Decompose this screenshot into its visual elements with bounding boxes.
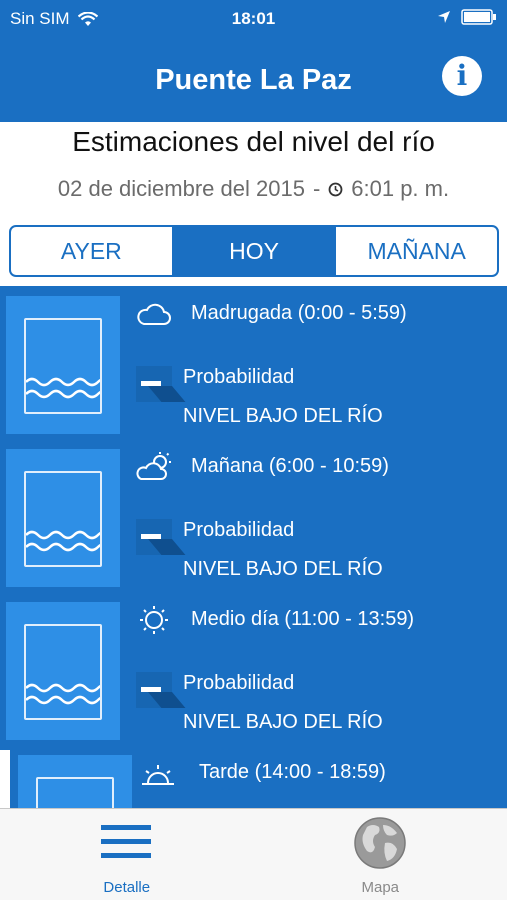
water-glass-icon — [24, 624, 102, 720]
periods-list[interactable]: Madrugada (0:00 - 5:59) Probabilidad NIV… — [0, 290, 507, 808]
cloud-icon — [137, 303, 171, 325]
tab-detalle-label: Detalle — [103, 879, 151, 896]
probability-label: Probabilidad — [183, 366, 295, 388]
list-icon — [100, 825, 151, 867]
period-label: Madrugada (0:00 - 5:59) — [191, 302, 407, 324]
water-glass-icon — [24, 318, 102, 414]
period-row[interactable]: Mañana (6:00 - 10:59) Probabilidad NIVEL… — [0, 443, 507, 593]
probability-icon — [136, 672, 186, 708]
date-line: 02 de diciembre del 2015 - 6:01 p. m. — [0, 176, 507, 202]
status-bar: Sin SIM 18:01 — [0, 0, 507, 40]
period-label: Tarde (14:00 - 18:59) — [199, 761, 386, 783]
segment-manana[interactable]: MAÑANA — [334, 227, 497, 275]
clock-icon — [328, 182, 343, 196]
probability-label: Probabilidad — [183, 672, 295, 694]
tab-detalle[interactable]: Detalle — [0, 809, 254, 900]
sun-icon — [140, 606, 168, 634]
date-separator: - — [312, 176, 321, 201]
status-right — [437, 9, 497, 25]
river-level-label: NIVEL BAJO DEL RÍO — [183, 558, 383, 580]
probability-icon — [136, 519, 186, 555]
period-row[interactable]: Medio día (11:00 - 13:59) Probabilidad N… — [0, 596, 507, 746]
river-level-thumbnail — [18, 755, 132, 808]
river-level-thumbnail — [6, 449, 120, 587]
segment-ayer[interactable]: AYER — [11, 227, 172, 275]
water-glass-icon — [36, 777, 114, 808]
date-text: 02 de diciembre del 2015 — [57, 176, 305, 201]
globe-icon — [354, 817, 406, 869]
tab-mapa[interactable]: Mapa — [254, 809, 507, 900]
segment-hoy[interactable]: HOY — [171, 227, 335, 275]
status-time: 18:01 — [231, 9, 276, 28]
period-label: Mañana (6:00 - 10:59) — [191, 455, 389, 477]
water-glass-icon — [24, 471, 102, 567]
tab-mapa-label: Mapa — [361, 879, 400, 896]
info-button[interactable]: i — [442, 56, 482, 96]
battery-icon — [461, 9, 496, 25]
probability-label: Probabilidad — [183, 519, 295, 541]
partly-sunny-icon — [136, 452, 171, 480]
river-level-thumbnail — [6, 296, 120, 434]
time-text: 6:01 p. m. — [351, 176, 450, 201]
period-row[interactable]: Tarde (14:00 - 18:59) — [0, 749, 507, 808]
sunset-icon — [142, 765, 174, 785]
day-segmented-control: AYER HOY MAÑANA — [9, 225, 499, 277]
period-label: Medio día (11:00 - 13:59) — [191, 608, 415, 630]
river-level-label: NIVEL BAJO DEL RÍO — [183, 405, 383, 427]
period-row[interactable]: Madrugada (0:00 - 5:59) Probabilidad NIV… — [0, 290, 507, 440]
tab-bar: Detalle Mapa — [0, 808, 507, 900]
probability-icon — [136, 366, 186, 402]
page-title: Puente La Paz — [155, 64, 352, 96]
river-level-thumbnail — [6, 602, 120, 740]
river-level-label: NIVEL BAJO DEL RÍO — [183, 711, 383, 733]
navigation-bar: Puente La Paz i — [0, 40, 507, 122]
estimates-heading: Estimaciones del nivel del río — [72, 126, 435, 157]
location-arrow-icon — [438, 11, 450, 23]
